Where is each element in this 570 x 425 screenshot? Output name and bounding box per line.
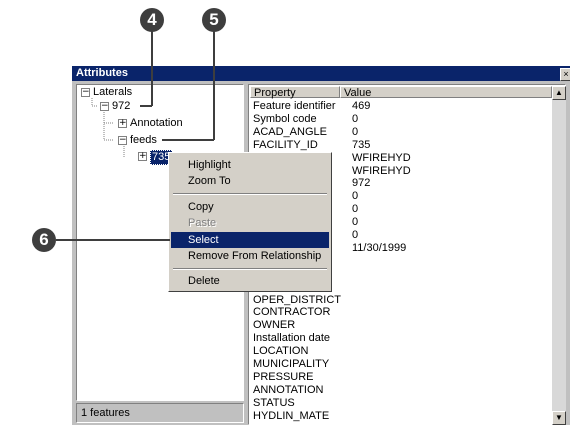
callout-5: 5 [202, 8, 226, 32]
callout-4: 4 [140, 8, 164, 32]
callout-6: 6 [32, 228, 56, 252]
callout-lines [56, 30, 215, 241]
